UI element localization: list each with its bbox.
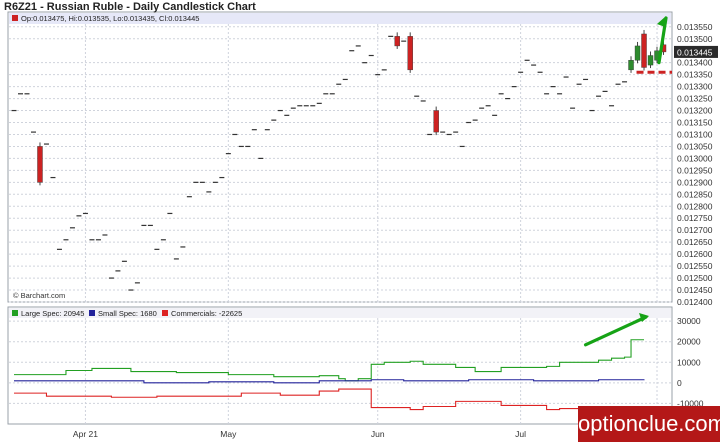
candle-down (433, 110, 439, 133)
price-tick-label: 0.012550 (677, 261, 713, 271)
cot-panel-frame (7, 306, 673, 425)
x-tick-label: Apr 21 (73, 429, 98, 439)
candle-up (647, 55, 654, 66)
chart-title: R6Z21 - Russian Ruble - Daily Candlestic… (4, 1, 256, 13)
price-tick-label: 0.012600 (677, 249, 713, 259)
price-tick-label: 0.012750 (677, 213, 713, 223)
candle-down (37, 146, 43, 183)
candle-up (628, 60, 634, 71)
price-tick-label: 0.012450 (677, 285, 713, 295)
ohlc-legend-text: Op:0.013475, Hi:0.013535, Lo:0.013435, C… (21, 14, 199, 23)
cot-tick-label: 10000 (677, 357, 701, 367)
x-tick-label: May (220, 429, 237, 439)
price-tick-label: 0.012800 (677, 201, 713, 211)
price-tick-label: 0.013350 (677, 70, 713, 80)
candle-down (394, 36, 400, 47)
cot-legend-text: Commercials: -22625 (171, 309, 242, 318)
price-tick-label: 0.013000 (677, 153, 713, 163)
cot-tick-label: 20000 (677, 337, 701, 347)
cot-legend-text: Small Spec: 1680 (98, 309, 157, 318)
cot-tick-label: 30000 (677, 316, 701, 326)
candle-up (634, 45, 641, 61)
price-tick-label: 0.013100 (677, 129, 713, 139)
last-price-label: 0.013445 (677, 47, 713, 57)
price-tick-label: 0.012500 (677, 273, 713, 283)
price-tick-label: 0.012900 (677, 177, 713, 187)
price-tick-label: 0.012850 (677, 189, 713, 199)
price-tick-label: 0.013250 (677, 94, 713, 104)
ohlc-legend-swatch (12, 15, 18, 21)
price-tick-label: 0.012950 (677, 165, 713, 175)
price-tick-label: 0.013300 (677, 82, 713, 92)
price-tick-label: 0.013200 (677, 106, 713, 116)
price-tick-label: 0.013550 (677, 22, 713, 32)
cot-legend-text: Large Spec: 20945 (21, 309, 84, 318)
price-chart-panel (7, 11, 673, 303)
watermark: © Barchart.com (13, 291, 65, 300)
cot-panel (7, 306, 673, 430)
cot-legend-swatch (89, 310, 95, 316)
price-tick-label: 0.013500 (677, 34, 713, 44)
cot-legend-swatch (162, 310, 168, 316)
price-tick-label: 0.012650 (677, 237, 713, 247)
site-badge[interactable]: optionclue.com (578, 406, 720, 442)
cot-legend-swatch (12, 310, 18, 316)
price-tick-label: 0.012400 (677, 297, 713, 307)
cot-tick-label: 0 (677, 378, 682, 388)
x-tick-label: Jun (371, 429, 385, 439)
price-panel-frame (7, 11, 673, 303)
candle-down (407, 36, 413, 71)
candle-down (641, 33, 647, 68)
x-tick-label: Jul (515, 429, 526, 439)
price-tick-label: 0.013400 (677, 58, 713, 68)
price-tick-label: 0.013050 (677, 141, 713, 151)
price-tick-label: 0.013150 (677, 118, 713, 128)
price-tick-label: 0.012700 (677, 225, 713, 235)
chart-canvas: 0.013550 0.013500 0.0134450.013400 0.013350… (7, 11, 718, 439)
